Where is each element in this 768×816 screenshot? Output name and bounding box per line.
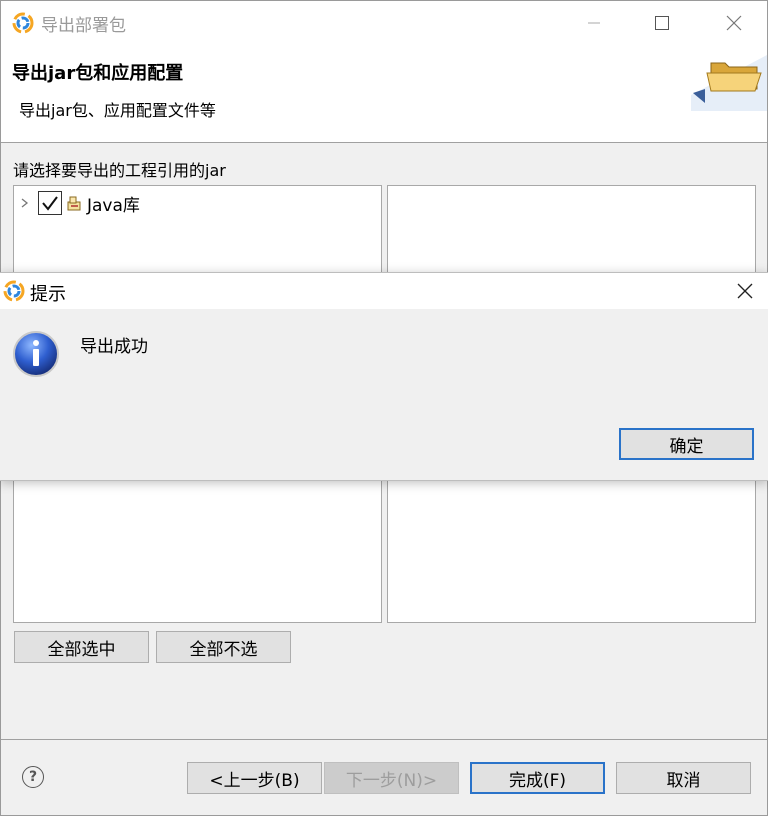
close-icon (726, 15, 742, 31)
window-title: 导出部署包 (41, 16, 126, 36)
next-button[interactable]: 下一步(N)> (324, 762, 459, 794)
maximize-icon (655, 16, 669, 30)
tree-item-label: Java库 (87, 195, 140, 216)
close-icon (737, 283, 753, 299)
maximize-button[interactable] (639, 3, 685, 43)
tree-item[interactable]: Java库 (20, 190, 140, 216)
wizard-header: 导出jar包和应用配置 导出jar包、应用配置文件等 (1, 45, 767, 143)
folder-icon (691, 55, 767, 111)
help-icon[interactable]: ? (22, 766, 44, 788)
java-lib-checkbox[interactable] (38, 191, 62, 215)
page-description: 导出jar包、应用配置文件等 (19, 101, 216, 120)
page-title: 导出jar包和应用配置 (12, 63, 184, 84)
cancel-button[interactable]: 取消 (616, 762, 751, 794)
minimize-icon (588, 22, 600, 24)
info-icon (13, 331, 59, 377)
message-dialog: 提示 导出成功 确定 (0, 272, 768, 481)
checkmark-icon (42, 196, 58, 211)
app-logo-icon (3, 280, 25, 302)
dialog-title: 提示 (30, 284, 66, 305)
footer-divider (1, 739, 767, 740)
jar-select-label: 请选择要导出的工程引用的jar (13, 161, 226, 180)
app-logo-icon (12, 12, 34, 34)
minimize-button[interactable] (571, 3, 617, 43)
title-bar[interactable]: 导出部署包 (1, 1, 767, 45)
dialog-title-bar[interactable]: 提示 (0, 273, 768, 309)
ok-button[interactable]: 确定 (619, 428, 754, 460)
dialog-message: 导出成功 (80, 337, 148, 357)
select-all-button[interactable]: 全部选中 (14, 631, 149, 663)
library-icon (67, 196, 81, 211)
close-button[interactable] (711, 3, 757, 43)
finish-button[interactable]: 完成(F) (470, 762, 605, 794)
deselect-all-button[interactable]: 全部不选 (156, 631, 291, 663)
chevron-right-icon[interactable] (20, 197, 30, 209)
back-button[interactable]: <上一步(B) (187, 762, 322, 794)
dialog-close-button[interactable] (722, 273, 768, 309)
